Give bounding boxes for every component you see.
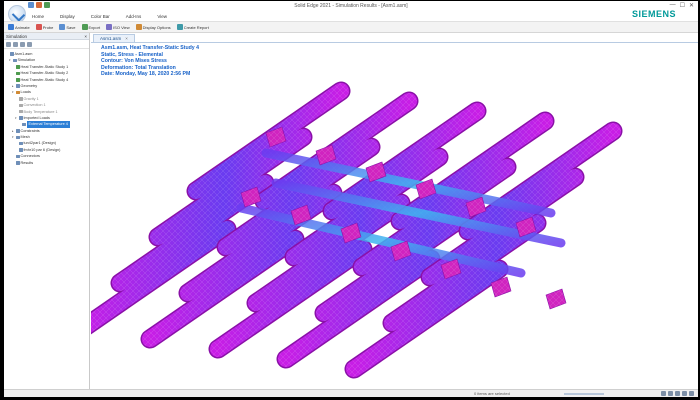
export-icon	[81, 24, 88, 30]
legend-line-study: Asm1.asm, Heat Transfer-Static Study 4	[101, 45, 200, 51]
maximize-button[interactable]: ☐	[680, 2, 685, 9]
title-bar: Solid Edge 2021 - Simulation Results - […	[4, 1, 698, 19]
tree-node-icon	[16, 90, 20, 95]
create-report-icon	[176, 24, 183, 30]
tree-node-icon	[19, 103, 23, 108]
save-icon	[59, 24, 66, 30]
zoom-area-icon[interactable]	[661, 391, 666, 396]
settings-icon[interactable]	[27, 41, 32, 47]
tree-node-icon	[16, 78, 20, 82]
view-style-icon[interactable]	[689, 391, 694, 396]
rotate-icon[interactable]	[682, 391, 687, 396]
panel-header: Simulation ×	[4, 33, 89, 40]
graphics-window[interactable]: Asm1.asm × Asm1.asm, Heat Transfer-Stati…	[91, 33, 698, 389]
create-report-label: Create Report	[183, 24, 209, 30]
tree-node-icon	[16, 129, 20, 133]
tree-node-icon	[16, 161, 20, 165]
animate-icon	[8, 24, 14, 30]
tree-node-icon	[16, 154, 20, 159]
tab-divider	[91, 42, 698, 43]
panel-title: Simulation	[6, 34, 28, 39]
close-button[interactable]: ✕	[689, 2, 694, 9]
ribbon-tab-add-ins[interactable]: Add-Ins	[124, 13, 144, 20]
heat-exchanger-model[interactable]	[91, 33, 698, 389]
animate-label: Animate	[15, 24, 30, 30]
legend-line-deformation: Deformation: Total Translation	[101, 64, 176, 71]
ribbon-tab-color-bar[interactable]: Color Bar	[89, 13, 112, 20]
collapse-icon[interactable]	[20, 41, 25, 47]
view-controls	[661, 391, 694, 396]
tree-node-icon	[16, 84, 20, 88]
ribbon-tab-display[interactable]: Display	[58, 13, 77, 20]
tree-node-icon	[10, 52, 14, 56]
simulation-pathfinder: Simulation × Asm1.asm ▾ Simulation Heat Tra…	[4, 33, 90, 389]
status-message: 0 items are selected	[474, 391, 510, 396]
tree-node-icon	[13, 58, 17, 63]
ribbon-tabs: Home Display Color Bar Add-Ins View	[30, 13, 169, 20]
iso-view-icon	[106, 24, 113, 30]
window-controls: — ☐ ✕	[670, 2, 694, 9]
tree-node-icon	[16, 135, 20, 140]
tree-node-icon	[22, 122, 26, 127]
tree-item-label: Results	[20, 160, 34, 165]
document-tab[interactable]: Asm1.asm ×	[93, 34, 135, 42]
tree-node-icon	[19, 148, 23, 152]
display-options-label: Display Options	[142, 24, 171, 30]
legend-line-type: Static, Stress - Elemental	[101, 51, 163, 58]
ribbon-tab-view[interactable]: View	[155, 13, 169, 20]
save-button[interactable]: Save	[59, 24, 76, 30]
zoom-slider[interactable]	[564, 392, 604, 395]
fit-icon[interactable]	[668, 391, 673, 396]
document-tab-close-icon[interactable]: ×	[125, 35, 128, 42]
filter-icon[interactable]	[6, 41, 11, 47]
tree-node-icon	[19, 109, 23, 114]
probe-button[interactable]: Probe	[35, 24, 54, 30]
panel-toolbar	[4, 40, 89, 49]
iso-view-label: ISO View	[113, 24, 130, 30]
tree-item[interactable]: Results	[4, 160, 89, 166]
tree-node-icon	[19, 141, 23, 146]
legend-line-date: Date: Monday, May 18, 2020 2:56 PM	[101, 71, 191, 78]
export-button[interactable]: Export	[81, 24, 101, 30]
tree-node-icon	[19, 116, 23, 120]
ribbon-toolbar: Animate Probe Save Export ISO View Display Op…	[4, 21, 698, 33]
minimize-button[interactable]: —	[670, 2, 676, 9]
iso-view-button[interactable]: ISO View	[106, 24, 130, 30]
tree-node-icon	[19, 97, 23, 101]
display-options-button[interactable]: Display Options	[135, 24, 171, 30]
window-title: Solid Edge 2021 - Simulation Results - […	[294, 3, 408, 9]
document-tab-label: Asm1.asm	[100, 36, 122, 41]
brand-logo: SIEMENS	[631, 9, 676, 19]
display-options-icon	[135, 24, 142, 30]
expand-icon[interactable]	[13, 41, 18, 47]
probe-icon	[35, 24, 42, 30]
tree-node-icon	[16, 65, 20, 69]
legend-line-contour: Contour: Von Mises Stress	[101, 58, 167, 65]
panel-close-button[interactable]: ×	[84, 34, 87, 39]
ribbon-tab-home[interactable]: Home	[30, 13, 46, 20]
application-window: Solid Edge 2021 - Simulation Results - […	[4, 1, 698, 397]
tree-node-icon	[16, 71, 20, 76]
save-label: Save	[66, 24, 76, 30]
export-label: Export	[88, 24, 101, 30]
animate-button[interactable]: Animate	[8, 24, 30, 30]
results-legend: Asm1.asm, Heat Transfer-Static Study 4 S…	[101, 45, 199, 78]
status-bar: 0 items are selected	[4, 389, 698, 397]
pan-icon[interactable]	[675, 391, 680, 396]
create-report-button[interactable]: Create Report	[176, 24, 209, 30]
probe-label: Probe	[42, 24, 54, 30]
simulation-tree: Asm1.asm ▾ Simulation Heat Transfer-Static …	[4, 49, 89, 166]
